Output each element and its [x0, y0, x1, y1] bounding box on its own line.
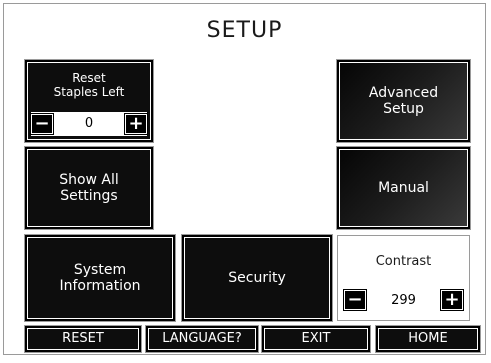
reset-staples-increment-button[interactable]: + — [125, 114, 147, 134]
manual-button[interactable]: Manual — [337, 147, 470, 229]
reset-button[interactable]: RESET — [25, 326, 141, 352]
reset-staples-label: Reset Staples Left — [53, 71, 125, 99]
contrast-stepper: − 299 + — [344, 288, 463, 312]
page-title: SETUP — [206, 18, 283, 43]
contrast-panel: Contrast − 299 + — [337, 235, 470, 321]
reset-staples-decrement-button[interactable]: − — [31, 114, 53, 134]
system-information-button[interactable]: System Information — [25, 235, 175, 321]
contrast-increment-button[interactable]: + — [441, 290, 463, 310]
advanced-setup-button[interactable]: Advanced Setup — [337, 60, 470, 142]
contrast-decrement-button[interactable]: − — [344, 290, 366, 310]
setup-screen: SETUP Reset Staples Left − 0 + Advanced … — [3, 3, 486, 355]
home-button[interactable]: HOME — [376, 326, 480, 352]
reset-staples-stepper: − 0 + — [31, 112, 147, 136]
reset-staples-panel: Reset Staples Left − 0 + — [25, 60, 153, 142]
show-all-settings-button[interactable]: Show All Settings — [25, 147, 153, 229]
contrast-label: Contrast — [375, 254, 432, 269]
contrast-value: 299 — [391, 292, 416, 308]
security-button[interactable]: Security — [182, 235, 332, 321]
exit-button[interactable]: EXIT — [262, 326, 370, 352]
reset-staples-value: 0 — [84, 115, 94, 131]
language-button[interactable]: LANGUAGE? — [146, 326, 258, 352]
